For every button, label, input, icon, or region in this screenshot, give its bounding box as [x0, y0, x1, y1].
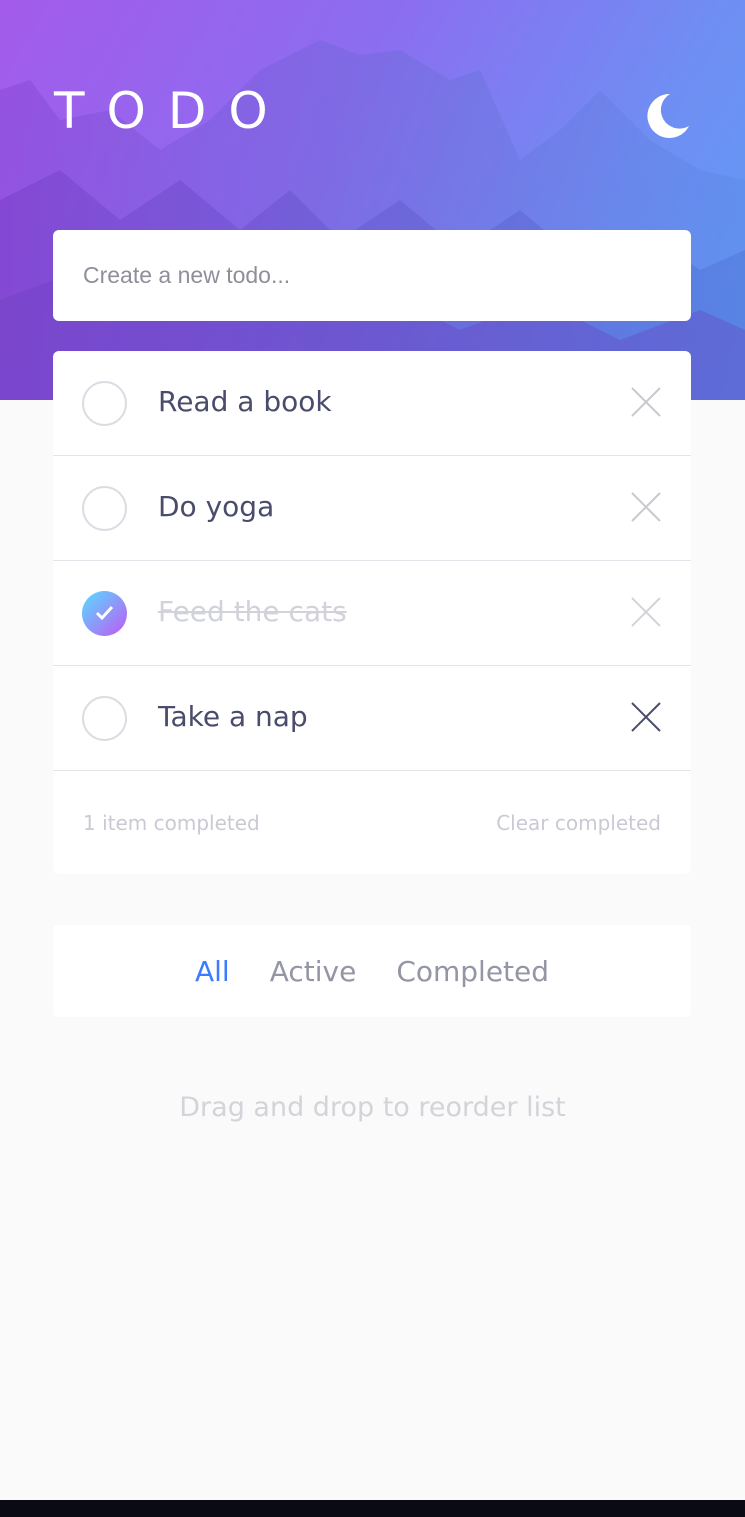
filter-all[interactable]: All	[195, 955, 230, 988]
todo-item[interactable]: Read a book	[53, 351, 691, 456]
close-icon[interactable]	[629, 490, 663, 524]
close-icon[interactable]	[629, 700, 663, 734]
todo-checkbox[interactable]	[82, 381, 127, 426]
checkmark-icon	[95, 605, 114, 621]
hero-banner: TODO	[0, 0, 745, 400]
app-title: TODO	[54, 82, 290, 140]
todo-checkbox[interactable]	[82, 696, 127, 741]
todo-label: Take a nap	[158, 700, 308, 733]
clear-completed-button[interactable]: Clear completed	[496, 811, 661, 835]
app-page: TODO Read a book Do yoga	[0, 0, 745, 1517]
todo-checkbox-checked[interactable]	[82, 591, 127, 636]
filter-active[interactable]: Active	[270, 955, 357, 988]
new-todo-box	[53, 230, 691, 321]
new-todo-input[interactable]	[83, 230, 691, 321]
close-icon[interactable]	[629, 595, 663, 629]
todo-label: Feed the cats	[158, 595, 347, 628]
moon-icon	[647, 93, 689, 138]
close-icon[interactable]	[629, 385, 663, 419]
filter-bar: All Active Completed	[53, 925, 691, 1017]
todo-label: Do yoga	[158, 490, 275, 523]
reorder-hint: Drag and drop to reorder list	[179, 1092, 566, 1123]
todo-checkbox[interactable]	[82, 486, 127, 531]
todo-item[interactable]: Do yoga	[53, 456, 691, 561]
todo-item[interactable]: Take a nap	[53, 666, 691, 771]
todo-item[interactable]: Feed the cats	[53, 561, 691, 666]
todo-list: Read a book Do yoga Feed the cats Take a…	[53, 351, 691, 874]
theme-toggle-button[interactable]	[640, 90, 692, 142]
bottom-bar	[0, 1500, 745, 1517]
mountain-background-image	[0, 40, 745, 400]
items-count: 1 item completed	[83, 811, 260, 835]
todo-label: Read a book	[158, 385, 332, 418]
list-footer: 1 item completed Clear completed	[53, 771, 691, 874]
filter-completed[interactable]: Completed	[396, 955, 549, 988]
